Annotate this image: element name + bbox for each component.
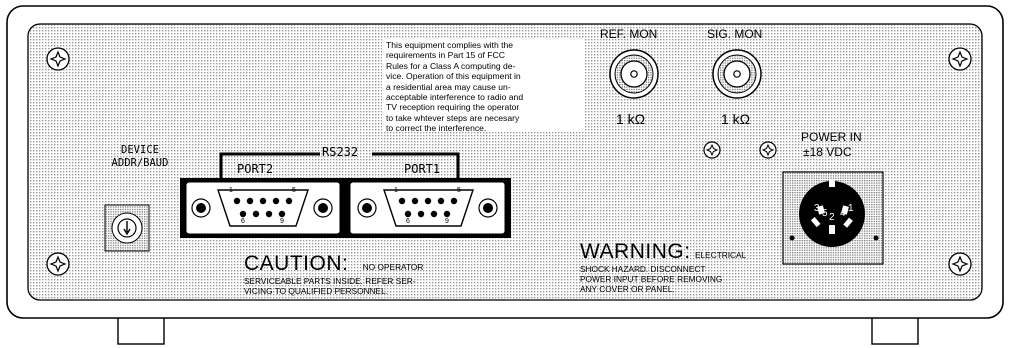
fcc-compliance-notice: This equipment complies with the require… (386, 40, 582, 134)
warning-line2: SHOCK HAZARD. DISCONNECT (580, 264, 706, 274)
port2-label: PORT2 (237, 162, 274, 176)
screw-icon (46, 47, 70, 71)
port2-pin-9: 9 (280, 218, 284, 225)
port2-pin-5: 5 (292, 187, 296, 194)
warning-title: WARNING: (580, 240, 691, 263)
fcc-line: to correct the interference. (386, 123, 487, 134)
port1-pin-6: 6 (406, 218, 410, 225)
screw-icon (46, 252, 70, 276)
caution-title: CAUTION: (244, 252, 349, 275)
sig-mon-label: SIG. MON (707, 27, 763, 41)
port1-label: PORT1 (404, 162, 441, 176)
screw-icon (948, 47, 972, 71)
port1-db9-connector (349, 181, 506, 235)
ref-mon-bnc-connector (609, 49, 659, 99)
fcc-line: to take whtever steps are necesary (386, 112, 520, 123)
small-screw-icon (759, 141, 777, 159)
fcc-line: a residential area may cause un- (386, 81, 511, 92)
warning-notice: WARNING: ELECTRICAL SHOCK HAZARD. DISCON… (580, 240, 780, 294)
power-pin-1: 1 (848, 203, 854, 214)
fcc-line: This equipment complies with the (386, 40, 514, 50)
rs232-label: RS232 (322, 145, 359, 159)
port1-pin-9: 9 (445, 218, 449, 225)
power-pin-5: 5 (822, 208, 828, 219)
power-pin-4: 4 (840, 208, 846, 219)
device-label-line1: DEVICE (121, 144, 159, 156)
sig-mon-bnc-connector (712, 49, 762, 99)
warning-line1: ELECTRICAL (695, 250, 747, 260)
fcc-line: requirements in Part 15 of FCC (386, 50, 505, 61)
ref-mon-label: REF. MON (600, 27, 658, 41)
caution-notice: CAUTION: NO OPERATOR SERVICEABLE PARTS I… (244, 252, 449, 296)
sig-mon-impedance: 1 kΩ (721, 111, 751, 127)
ref-mon-impedance: 1 kΩ (616, 111, 646, 127)
power-in-label: POWER IN (801, 130, 862, 144)
fcc-line: vice. Operation of this equipment in (386, 71, 521, 82)
device-label-line2: ADDR/BAUD (111, 157, 169, 169)
caution-line3: VICING TO QUALIFIED PERSONNEL. (244, 286, 389, 296)
power-pin-3: 3 (814, 203, 820, 214)
small-screw-icon (703, 141, 721, 159)
right-foot (871, 315, 919, 345)
port2-pin-6: 6 (241, 218, 245, 225)
warning-line3: POWER INPUT BEFORE REMOVING (580, 274, 723, 284)
fcc-line: TV reception requiring the operator (386, 102, 520, 113)
caution-line1: NO OPERATOR (362, 262, 424, 272)
fcc-line: acceptable interference to radio and (386, 92, 524, 103)
fcc-line: Rules for a Class A computing de- (386, 60, 516, 71)
device-address-rotary-switch (104, 204, 150, 252)
port1-pin-1: 1 (394, 187, 398, 194)
power-pin-2: 2 (829, 212, 835, 223)
caution-line2: SERVICEABLE PARTS INSIDE. REFER SER- (244, 276, 416, 286)
left-foot (117, 315, 165, 345)
warning-line4: ANY COVER OR PANEL. (580, 284, 675, 294)
screw-icon (948, 252, 972, 276)
port2-db9-connector (185, 181, 341, 235)
power-voltage-label: ±18 VDC (803, 145, 852, 159)
port1-pin-5: 5 (457, 187, 461, 194)
device-addr-baud-label: DEVICE ADDR/BAUD (100, 144, 180, 170)
port2-pin-1: 1 (229, 187, 233, 194)
